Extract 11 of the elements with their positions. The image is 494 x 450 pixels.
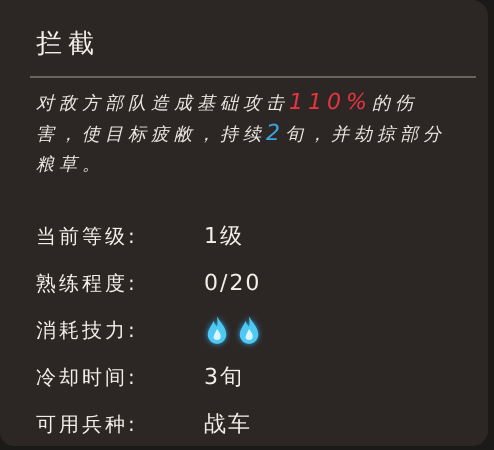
stat-value: 0/20	[204, 270, 262, 296]
stat-value: 战车	[204, 411, 252, 439]
stat-value: 1级	[204, 223, 244, 251]
stat-label: 熟练程度:	[36, 270, 139, 296]
skill-title: 拦截	[36, 28, 101, 61]
stat-label: 冷却时间:	[36, 364, 139, 390]
skill-description: 对敌方部队造成基础攻击 110%的伤害，使目标疲敝，持续 2 旬，并劫掠部分粮草。	[36, 89, 447, 177]
stat-label: 消耗技力:	[36, 316, 139, 344]
stat-value: 3旬	[204, 364, 244, 392]
stat-label: 可用兵种:	[36, 410, 139, 438]
stat-label: 当前等级:	[36, 222, 139, 250]
